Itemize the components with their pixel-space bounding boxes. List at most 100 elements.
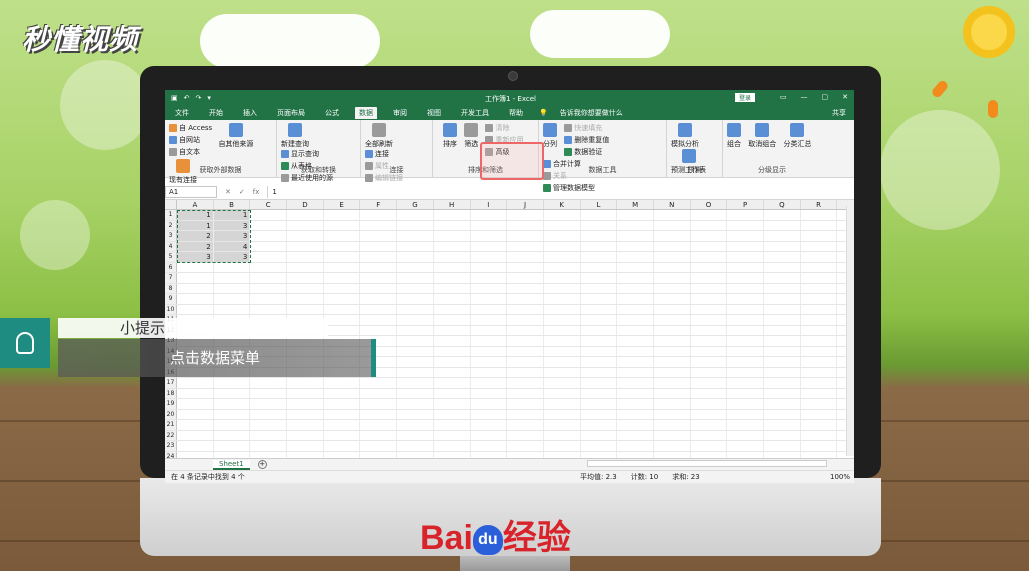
cell[interactable] bbox=[397, 252, 434, 262]
connections-button[interactable]: 连接 bbox=[365, 149, 403, 159]
cell[interactable] bbox=[507, 262, 544, 272]
maximize-icon[interactable]: ▢ bbox=[822, 93, 829, 101]
cell[interactable] bbox=[397, 346, 434, 356]
cell[interactable] bbox=[177, 304, 214, 314]
add-sheet-icon[interactable]: + bbox=[257, 460, 267, 469]
cell[interactable] bbox=[507, 252, 544, 262]
cell[interactable] bbox=[617, 252, 654, 262]
cell[interactable] bbox=[360, 315, 398, 325]
row-header[interactable]: 5 bbox=[165, 252, 177, 262]
cell[interactable] bbox=[581, 304, 618, 314]
cell[interactable] bbox=[654, 283, 691, 293]
cell[interactable] bbox=[727, 304, 764, 314]
cell[interactable] bbox=[287, 420, 324, 430]
cell[interactable] bbox=[581, 367, 618, 377]
column-header[interactable]: R bbox=[801, 200, 838, 209]
cell[interactable] bbox=[617, 210, 654, 220]
column-header[interactable]: H bbox=[434, 200, 471, 209]
cell[interactable] bbox=[544, 304, 581, 314]
cell[interactable] bbox=[654, 399, 691, 409]
cell[interactable] bbox=[360, 304, 398, 314]
cell[interactable] bbox=[727, 210, 764, 220]
cell[interactable] bbox=[801, 231, 838, 241]
cell[interactable] bbox=[801, 367, 838, 377]
cell[interactable] bbox=[654, 409, 691, 419]
cell[interactable] bbox=[250, 273, 288, 283]
cell[interactable] bbox=[801, 252, 838, 262]
cell[interactable] bbox=[250, 262, 288, 272]
cell[interactable] bbox=[471, 262, 508, 272]
cell[interactable] bbox=[324, 210, 361, 220]
cell[interactable] bbox=[691, 420, 728, 430]
cell[interactable] bbox=[397, 273, 434, 283]
cell[interactable] bbox=[397, 220, 434, 230]
cell[interactable] bbox=[691, 273, 728, 283]
cell[interactable] bbox=[727, 441, 764, 451]
cell[interactable] bbox=[434, 315, 471, 325]
row-header[interactable]: 20 bbox=[165, 409, 177, 419]
column-header[interactable]: K bbox=[544, 200, 581, 209]
cell[interactable] bbox=[617, 325, 654, 335]
cell[interactable] bbox=[360, 231, 398, 241]
row-header[interactable]: 6 bbox=[165, 262, 177, 272]
row-header[interactable]: 3 bbox=[165, 231, 177, 241]
cell[interactable] bbox=[727, 388, 764, 398]
cell[interactable] bbox=[581, 262, 618, 272]
cell[interactable] bbox=[434, 399, 471, 409]
cell[interactable] bbox=[360, 409, 398, 419]
cell[interactable] bbox=[434, 252, 471, 262]
cell[interactable] bbox=[471, 399, 508, 409]
tab-help[interactable]: 帮助 bbox=[505, 107, 527, 119]
cell[interactable] bbox=[471, 220, 508, 230]
tab-data[interactable]: 数据 bbox=[355, 107, 377, 119]
row-header[interactable]: 22 bbox=[165, 430, 177, 440]
cell[interactable] bbox=[177, 441, 214, 451]
cell[interactable] bbox=[764, 367, 801, 377]
cell[interactable] bbox=[471, 241, 508, 251]
cell[interactable] bbox=[801, 420, 838, 430]
cell[interactable] bbox=[397, 378, 434, 388]
cell[interactable] bbox=[250, 241, 288, 251]
cell[interactable] bbox=[360, 399, 398, 409]
cell[interactable] bbox=[691, 294, 728, 304]
redo-icon[interactable]: ↷ bbox=[196, 94, 202, 102]
cell[interactable] bbox=[691, 252, 728, 262]
cell[interactable] bbox=[801, 325, 838, 335]
zoom-level[interactable]: 100% bbox=[830, 473, 850, 481]
cell[interactable] bbox=[507, 283, 544, 293]
remove-duplicates-button[interactable]: 删除重复值 bbox=[564, 135, 609, 145]
cell[interactable] bbox=[324, 262, 361, 272]
manage-data-model-button[interactable]: 管理数据模型 bbox=[543, 183, 595, 193]
cell[interactable] bbox=[764, 294, 801, 304]
cell[interactable] bbox=[581, 241, 618, 251]
cell[interactable] bbox=[471, 336, 508, 346]
column-header[interactable]: G bbox=[397, 200, 434, 209]
name-box[interactable]: A1 bbox=[165, 185, 217, 198]
flash-fill-button[interactable]: 快速填充 bbox=[564, 123, 609, 133]
cell[interactable] bbox=[507, 357, 544, 367]
cell[interactable] bbox=[287, 231, 324, 241]
cell[interactable] bbox=[764, 430, 801, 440]
cell[interactable] bbox=[544, 273, 581, 283]
cell[interactable] bbox=[581, 252, 618, 262]
cell[interactable] bbox=[581, 325, 618, 335]
cell[interactable] bbox=[764, 378, 801, 388]
cell[interactable] bbox=[617, 388, 654, 398]
cell[interactable] bbox=[617, 420, 654, 430]
cell[interactable] bbox=[727, 273, 764, 283]
cell[interactable] bbox=[544, 430, 581, 440]
column-header[interactable]: A bbox=[177, 200, 214, 209]
cell[interactable] bbox=[544, 441, 581, 451]
cell[interactable] bbox=[507, 346, 544, 356]
column-header[interactable]: B bbox=[214, 200, 251, 209]
cell[interactable] bbox=[507, 315, 544, 325]
cell[interactable] bbox=[654, 420, 691, 430]
from-web-button[interactable]: 自网站 bbox=[169, 135, 212, 145]
cell[interactable] bbox=[177, 409, 214, 419]
cell[interactable] bbox=[654, 325, 691, 335]
cell[interactable] bbox=[654, 378, 691, 388]
cell[interactable] bbox=[691, 336, 728, 346]
cell[interactable] bbox=[214, 441, 251, 451]
cell[interactable] bbox=[727, 346, 764, 356]
cell[interactable] bbox=[250, 399, 288, 409]
